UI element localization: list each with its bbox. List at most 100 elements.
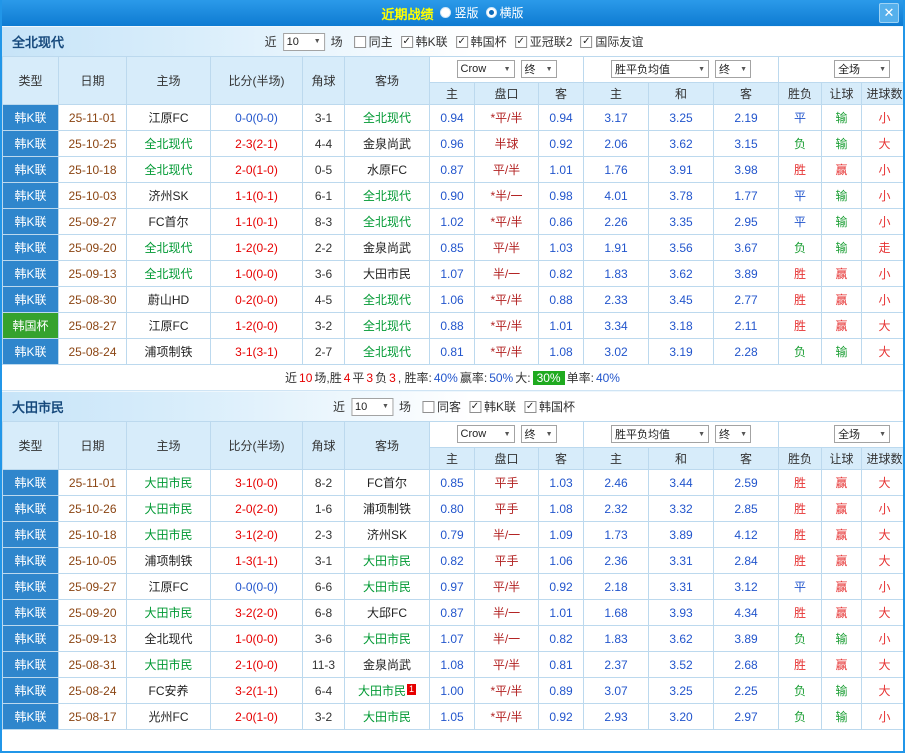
home-team[interactable]: FC安养 <box>126 677 211 704</box>
chevron-down-icon: ▼ <box>879 430 887 438</box>
odds-away: 0.89 <box>537 677 585 704</box>
layout-radio-vertical[interactable]: 竖版 <box>440 4 479 21</box>
avg-time-select[interactable]: 终 ▼ <box>715 60 752 79</box>
result-wdl: 胜 <box>778 599 823 626</box>
layout-radio-horizontal[interactable]: 横版 <box>485 4 524 21</box>
avg-win-odds: 2.26 <box>583 208 650 235</box>
odds-time-select[interactable]: 终 ▼ <box>520 60 557 79</box>
recent-count-select[interactable]: 10 ▼ <box>350 397 393 416</box>
home-team[interactable]: 江原FC <box>126 312 211 339</box>
filter-checkbox-2[interactable]: ✓ 韩国杯 <box>524 398 575 415</box>
away-team[interactable]: 全北现代 <box>344 104 430 131</box>
home-team[interactable]: 全北现代 <box>126 156 211 183</box>
match-scope-select[interactable]: 全场 ▼ <box>834 60 891 79</box>
home-team[interactable]: 光州FC <box>126 703 211 730</box>
home-team[interactable]: 浦项制铁 <box>126 338 211 365</box>
filter-checkbox-1[interactable]: ✓ 韩K联 <box>400 33 448 50</box>
filter-checkbox-0[interactable]: 同客 <box>421 398 461 415</box>
away-team[interactable]: 大田市民 1 <box>344 677 430 704</box>
odds-away: 1.08 <box>537 338 585 365</box>
home-team[interactable]: 大田市民 <box>126 469 211 496</box>
away-team[interactable]: 大田市民 <box>344 573 430 600</box>
filter-checkbox-2[interactable]: ✓ 韩国杯 <box>455 33 507 50</box>
home-team[interactable]: 大田市民 <box>126 651 211 678</box>
avg-type-select[interactable]: 胜平负均值 ▼ <box>611 60 710 79</box>
avg-time-select[interactable]: 终 ▼ <box>715 425 752 444</box>
home-team[interactable]: 蔚山HD <box>126 286 211 313</box>
corners: 3-1 <box>302 547 345 574</box>
away-team[interactable]: 全北现代 <box>344 208 430 235</box>
away-team[interactable]: 全北现代 <box>344 312 430 339</box>
home-team[interactable]: 大田市民 <box>126 599 211 626</box>
home-team[interactable]: 江原FC <box>126 573 211 600</box>
filter-checkbox-1[interactable]: ✓ 韩K联 <box>469 398 516 415</box>
match-row: 韩K联 25-08-31 大田市民 2-1(0-0) 11-3 金泉尚武 1.08 平/半 0.… <box>2 651 903 678</box>
filter-checkbox-4[interactable]: ✓ 国际友谊 <box>580 33 643 50</box>
summary-segment: 近 <box>285 371 298 385</box>
away-team[interactable]: 大邱FC <box>344 599 430 626</box>
odds-time-select[interactable]: 终 ▼ <box>520 425 557 444</box>
home-team[interactable]: 江原FC <box>126 104 211 131</box>
odds-select-cell: Crow ▼ 终 ▼ <box>428 56 585 83</box>
avg-lose-odds: 3.98 <box>713 156 780 183</box>
section-header: 全北现代近 10 ▼ 场同主 ✓ 韩K联 ✓ 韩国杯 ✓ 亚冠联2 ✓ 国际友谊 <box>2 26 903 56</box>
result-goals: 大 <box>861 521 903 548</box>
odds-home: 1.07 <box>429 260 475 287</box>
match-date: 25-09-27 <box>58 573 127 600</box>
match-row: 韩K联 25-09-27 FC首尔 1-1(0-1) 8-3 全北现代 1.02 *平/半 0.… <box>2 208 903 235</box>
away-team[interactable]: 浦项制铁 <box>344 495 430 522</box>
away-team[interactable]: 大田市民 <box>344 547 430 574</box>
away-team[interactable]: 金泉尚武 <box>344 130 430 157</box>
result-handicap: 赢 <box>821 495 863 522</box>
filter-checkbox-3[interactable]: ✓ 亚冠联2 <box>514 33 572 50</box>
home-team[interactable]: 全北现代 <box>126 130 211 157</box>
matches-table: 类型 日期 主场 比分(半场) 角球 客场 Crow ▼ 终 ▼ 胜平负均值 ▼ 终 ▼ 全场 ▼ 主盘口客主和… <box>2 421 903 730</box>
summary-segment: 3 <box>389 370 396 385</box>
odds-company-select[interactable]: Crow ▼ <box>456 425 515 444</box>
filter-checkbox-0[interactable]: 同主 <box>353 33 393 50</box>
chevron-down-icon: ▼ <box>503 65 511 73</box>
away-team[interactable]: 全北现代 <box>344 338 430 365</box>
odds-company-select[interactable]: Crow ▼ <box>456 60 515 79</box>
home-team[interactable]: 全北现代 <box>126 234 211 261</box>
score: 0-0(0-0) <box>210 573 303 600</box>
away-team[interactable]: 大田市民 <box>344 260 430 287</box>
result-wdl: 平 <box>778 182 823 209</box>
home-team[interactable]: 全北现代 <box>126 260 211 287</box>
home-team[interactable]: 全北现代 <box>126 625 211 652</box>
away-team[interactable]: 金泉尚武 <box>344 234 430 261</box>
away-team[interactable]: 金泉尚武 <box>344 651 430 678</box>
sub-column-header: 客 <box>537 82 585 105</box>
score: 3-1(3-1) <box>210 338 303 365</box>
away-team[interactable]: 大田市民 <box>344 703 430 730</box>
summary-segment: , 胜率: <box>397 371 432 385</box>
corners: 3-2 <box>302 312 345 339</box>
away-team[interactable]: 全北现代 <box>344 182 430 209</box>
home-team[interactable]: FC首尔 <box>126 208 211 235</box>
away-team[interactable]: 水原FC <box>344 156 430 183</box>
score: 0-0(0-0) <box>210 104 303 131</box>
chevron-down-icon: ▼ <box>313 38 321 45</box>
away-team[interactable]: 全北现代 <box>344 286 430 313</box>
home-team[interactable]: 大田市民 <box>126 521 211 548</box>
match-scope-select[interactable]: 全场 ▼ <box>834 425 891 444</box>
avg-draw-odds: 3.45 <box>648 286 715 313</box>
match-date: 25-09-13 <box>58 260 127 287</box>
summary-segment: 50% <box>489 370 514 385</box>
close-button[interactable]: ✕ <box>879 3 899 23</box>
home-team[interactable]: 济州SK <box>126 182 211 209</box>
avg-type-select[interactable]: 胜平负均值 ▼ <box>611 425 710 444</box>
recent-count-select[interactable]: 10 ▼ <box>282 32 325 51</box>
result-handicap: 赢 <box>821 573 863 600</box>
home-team[interactable]: 大田市民 <box>126 495 211 522</box>
handicap: *平/半 <box>474 104 539 131</box>
away-team[interactable]: 济州SK <box>344 521 430 548</box>
odds-home: 0.87 <box>429 599 475 626</box>
odds-home: 0.97 <box>429 573 475 600</box>
odds-home: 1.05 <box>429 703 475 730</box>
away-team[interactable]: FC首尔 <box>344 469 430 496</box>
avg-type-select-value: 胜平负均值 <box>615 429 671 442</box>
league-badge: 韩K联 <box>2 182 59 209</box>
home-team[interactable]: 浦项制铁 <box>126 547 211 574</box>
away-team[interactable]: 大田市民 <box>344 625 430 652</box>
